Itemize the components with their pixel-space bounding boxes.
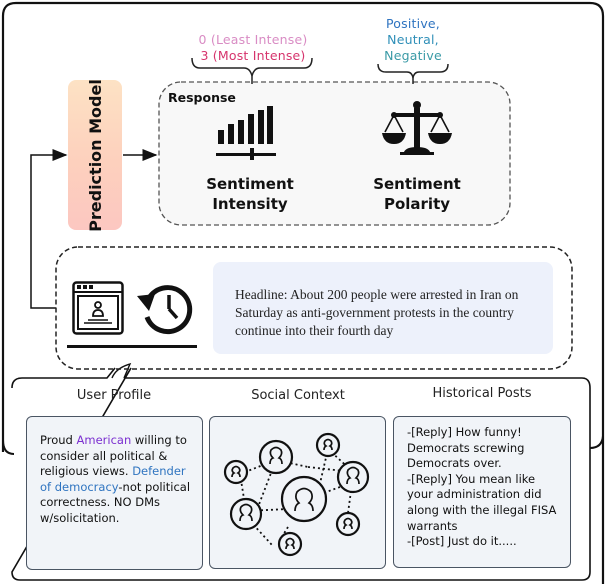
signal-bars-icon	[216, 106, 276, 160]
intensity-scale: 0 (Least Intense) 3 (Most Intense)	[192, 32, 314, 64]
social-context-card	[209, 416, 386, 569]
least-intense-label: 0 (Least Intense)	[198, 32, 308, 47]
post-item: -[Reply] How funny! Democrats screwing D…	[407, 425, 525, 471]
historical-posts-list: -[Reply] How funny! Democrats screwing D…	[394, 417, 570, 550]
response-label: Response	[168, 90, 236, 105]
neutral-label: Neutral,	[387, 32, 439, 47]
user-profile-card: Proud American willing to consider all p…	[26, 416, 203, 570]
user-profile-window-icon	[72, 281, 124, 335]
scales-of-justice-icon	[382, 101, 452, 155]
historical-posts-title: Historical Posts	[432, 386, 532, 401]
input-divider	[67, 345, 197, 348]
history-icon	[137, 285, 193, 335]
positive-label: Positive,	[386, 16, 440, 31]
polarity-scale: Positive, Neutral, Negative	[368, 16, 458, 64]
most-intense-label: 3 (Most Intense)	[200, 48, 306, 63]
social-context-title: Social Context	[251, 388, 345, 403]
feedback-arrow	[30, 149, 68, 309]
user-profile-text: Proud American willing to consider all p…	[27, 417, 202, 527]
prediction-model-block: Prediction Model	[68, 78, 122, 232]
post-item: -[Post] Just do it.....	[407, 534, 517, 549]
bottom-panel-right-curve	[589, 435, 604, 449]
sentiment-polarity-title: Sentiment Polarity	[373, 175, 461, 213]
historical-posts-card: -[Reply] How funny! Democrats screwing D…	[393, 416, 571, 568]
negative-label: Negative	[384, 48, 442, 63]
prediction-model-label: Prediction Model	[85, 78, 105, 232]
social-network-icon	[223, 432, 370, 557]
headline-box: Headline: About 200 people were arrested…	[213, 262, 553, 354]
bio-part: Proud	[40, 433, 77, 447]
outer-frame-left-curve	[2, 439, 15, 455]
sentiment-intensity-title: Sentiment Intensity	[206, 175, 294, 213]
bubble-pointer	[111, 362, 132, 379]
bio-highlight-american: American	[76, 433, 132, 447]
polarity-brace	[377, 63, 449, 79]
headline-text: Headline: About 200 people were arrested…	[235, 287, 519, 338]
user-profile-title: User Profile	[76, 388, 152, 403]
post-item: -[Reply] You mean like your administrati…	[407, 471, 557, 533]
